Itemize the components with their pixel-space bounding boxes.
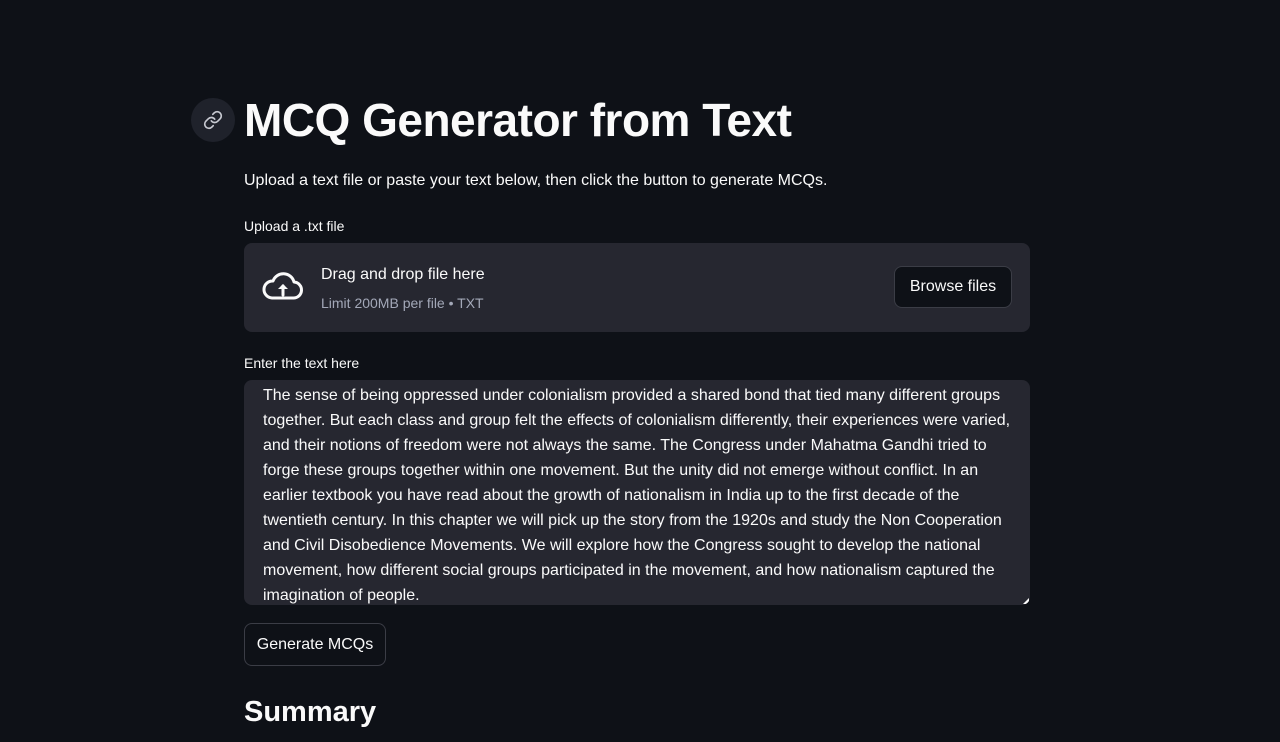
- browse-files-button[interactable]: Browse files: [894, 266, 1012, 308]
- dropzone-instructions: Drag and drop file here: [321, 266, 485, 283]
- text-input-value[interactable]: The sense of being oppressed under colon…: [263, 383, 1015, 605]
- upload-label: Upload a .txt file: [244, 218, 345, 234]
- header-anchor-link[interactable]: [191, 98, 235, 142]
- page-title: MCQ Generator from Text: [244, 94, 792, 146]
- generate-mcqs-button[interactable]: Generate MCQs: [244, 623, 386, 666]
- resize-handle-icon[interactable]: [1023, 598, 1029, 604]
- cloud-upload-icon: [262, 272, 303, 300]
- dropzone-limit: Limit 200MB per file • TXT: [321, 295, 484, 311]
- intro-text: Upload a text file or paste your text be…: [244, 172, 828, 189]
- file-dropzone[interactable]: Drag and drop file here Limit 200MB per …: [244, 243, 1030, 332]
- link-icon: [203, 110, 223, 130]
- text-input-label: Enter the text here: [244, 355, 360, 371]
- summary-heading: Summary: [244, 696, 377, 728]
- text-input-area[interactable]: The sense of being oppressed under colon…: [244, 380, 1030, 605]
- app-page: MCQ Generator from Text Upload a text fi…: [0, 0, 1280, 742]
